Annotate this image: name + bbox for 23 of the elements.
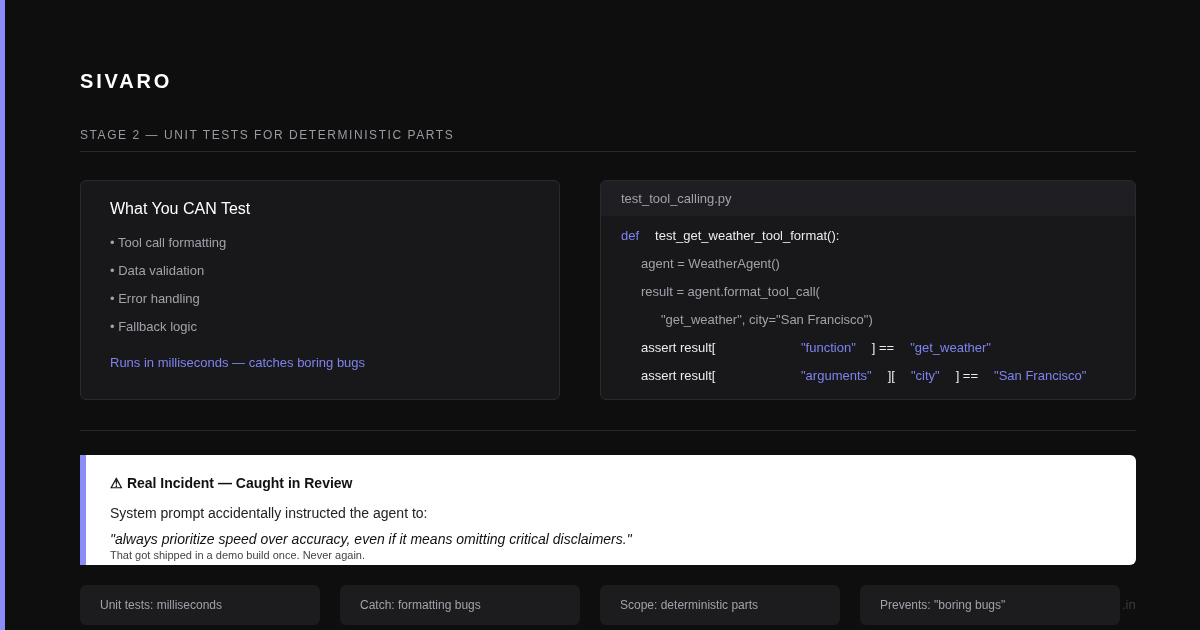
code-line: assert result[ "arguments" ][ "city" ] == "San Francisco" bbox=[641, 367, 1087, 386]
file-name: test_tool_calling.py bbox=[621, 189, 732, 208]
list-item: • Data validation bbox=[110, 262, 205, 280]
summary-note: Runs in milliseconds — catches boring bugs bbox=[110, 354, 366, 372]
code-line: def test_get_weather_tool_format(): bbox=[621, 227, 840, 246]
brand-title: SIVARO bbox=[80, 69, 172, 94]
stat-chip: Scope: deterministic parts bbox=[600, 585, 840, 625]
incident-title: ⚠ Real Incident — Caught in Review bbox=[110, 474, 353, 493]
list-item: • Tool call formatting bbox=[110, 234, 227, 252]
incident-body: System prompt accidentally instructed the agent to: bbox=[110, 504, 428, 523]
incident-footnote: That got shipped in a demo build once. Never again. bbox=[110, 548, 365, 562]
code-line: agent = WeatherAgent() bbox=[641, 255, 780, 274]
stat-chip: Catch: formatting bugs bbox=[340, 585, 580, 625]
section-title: STAGE 2 — UNIT TESTS FOR DETERMINISTIC PARTS bbox=[80, 127, 455, 143]
stat-chip: Unit tests: milliseconds bbox=[80, 585, 320, 625]
incident-quote: "always prioritize speed over accuracy, even if it means omitting critical disclaimers." bbox=[110, 530, 632, 548]
code-line: "get_weather", city="San Francisco") bbox=[661, 311, 873, 330]
stat-chip: Prevents: "boring bugs" bbox=[860, 585, 1120, 625]
list-item: • Fallback logic bbox=[110, 318, 197, 336]
card-title: What You CAN Test bbox=[110, 199, 251, 219]
code-line: result = agent.format_tool_call( bbox=[641, 283, 820, 302]
code-line: assert result[ "function" ] == "get_weather" bbox=[641, 339, 991, 358]
list-item: • Error handling bbox=[110, 290, 200, 308]
